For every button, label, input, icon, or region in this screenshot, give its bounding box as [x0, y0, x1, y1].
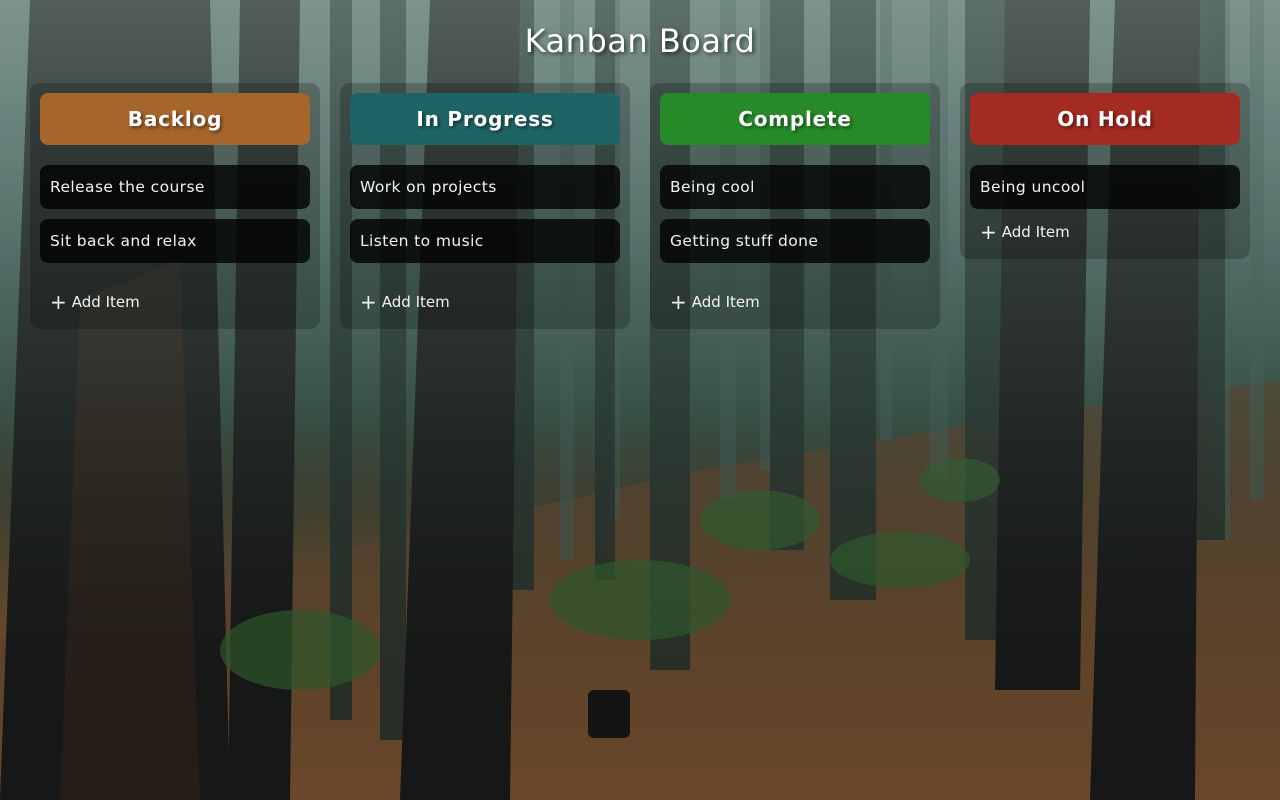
list-item[interactable]: Listen to music — [350, 219, 620, 263]
add-item-button[interactable]: + Add Item — [350, 290, 620, 314]
add-item-label: Add Item — [1001, 223, 1070, 241]
column-header: Backlog — [40, 93, 310, 145]
kanban-board: Backlog Release the course Sit back and … — [30, 83, 1250, 329]
add-item-button[interactable]: + Add Item — [40, 290, 310, 314]
add-item-button[interactable]: + Add Item — [970, 220, 1240, 244]
item-list: Release the course Sit back and relax — [40, 165, 310, 263]
list-item[interactable]: Being uncool — [970, 165, 1240, 209]
list-item[interactable]: Getting stuff done — [660, 219, 930, 263]
list-item[interactable]: Work on projects — [350, 165, 620, 209]
column-complete: Complete Being cool Getting stuff done +… — [650, 83, 940, 329]
add-item-label: Add Item — [71, 293, 140, 311]
plus-icon: + — [980, 220, 997, 244]
column-header: On Hold — [970, 93, 1240, 145]
item-list: Being cool Getting stuff done — [660, 165, 930, 263]
list-item[interactable]: Release the course — [40, 165, 310, 209]
column-header: Complete — [660, 93, 930, 145]
plus-icon: + — [50, 290, 67, 314]
page-title: Kanban Board — [524, 22, 756, 60]
column-in-progress: In Progress Work on projects Listen to m… — [340, 83, 630, 329]
list-item[interactable]: Sit back and relax — [40, 219, 310, 263]
plus-icon: + — [360, 290, 377, 314]
column-on-hold: On Hold Being uncool + Add Item — [960, 83, 1250, 259]
item-list: Being uncool — [970, 165, 1240, 209]
plus-icon: + — [670, 290, 687, 314]
add-item-label: Add Item — [381, 293, 450, 311]
item-list: Work on projects Listen to music — [350, 165, 620, 263]
add-item-label: Add Item — [691, 293, 760, 311]
column-header: In Progress — [350, 93, 620, 145]
add-item-button[interactable]: + Add Item — [660, 290, 930, 314]
column-backlog: Backlog Release the course Sit back and … — [30, 83, 320, 329]
list-item[interactable]: Being cool — [660, 165, 930, 209]
